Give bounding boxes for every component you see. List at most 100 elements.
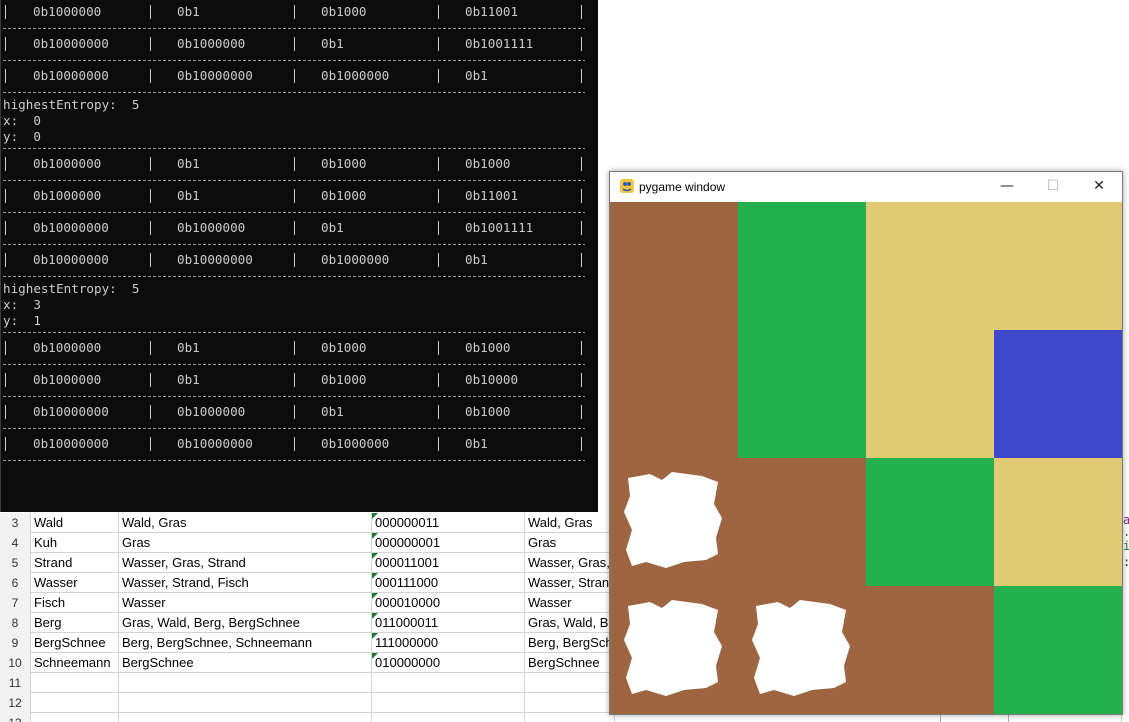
cell-d[interactable]: Wald, Gras xyxy=(525,513,615,533)
console-cell-divider xyxy=(5,5,6,19)
console-cell-divider xyxy=(294,37,295,51)
cell-a[interactable]: Fisch xyxy=(31,593,119,613)
window-title: pygame window xyxy=(639,180,726,194)
console-cell-divider xyxy=(150,157,151,171)
minimize-button[interactable]: — xyxy=(984,172,1030,202)
cell-d[interactable]: Gras, Wald, B xyxy=(525,613,615,633)
console-cell-divider xyxy=(150,221,151,235)
map-tile xyxy=(738,586,866,714)
console-cell: 0b10000 xyxy=(465,372,519,387)
cell-d[interactable] xyxy=(525,713,615,722)
cell-a[interactable]: Kuh xyxy=(31,533,119,553)
console-info-line: x: 0 xyxy=(3,113,41,128)
cell-c[interactable]: 000011001 xyxy=(372,553,525,573)
cell-c[interactable] xyxy=(372,673,525,693)
console-cell: 0b10000000 xyxy=(33,404,109,419)
cell-c[interactable] xyxy=(372,713,525,722)
cell-b[interactable] xyxy=(119,693,372,713)
maximize-icon: ☐ xyxy=(1046,178,1060,194)
console-row-rule xyxy=(3,28,586,29)
row-number: 13 xyxy=(0,713,31,722)
console-window[interactable]: 0b1000000 0b1 0b1000 0b11001 0b10000000 0b100… xyxy=(0,0,598,512)
close-button[interactable]: ✕ xyxy=(1076,172,1122,202)
cell-c[interactable] xyxy=(372,693,525,713)
cell-a[interactable]: Wald xyxy=(31,513,119,533)
console-cell-divider xyxy=(5,189,6,203)
console-cell: 0b1000 xyxy=(321,4,367,19)
console-cell: 0b1000000 xyxy=(33,4,102,19)
cell-c[interactable]: 000000011 xyxy=(372,513,525,533)
cell-b[interactable]: Wald, Gras xyxy=(119,513,372,533)
cell-a[interactable] xyxy=(31,673,119,693)
cell-a[interactable]: BergSchnee xyxy=(31,633,119,653)
console-row-rule xyxy=(3,364,586,365)
pygame-window[interactable]: pygame window — ☐ ✕ xyxy=(609,171,1123,715)
console-cell-divider xyxy=(438,157,439,171)
console-cell: 0b1 xyxy=(321,404,344,419)
console-cell: 0b1001111 xyxy=(465,36,534,51)
console-cell: 0b10000000 xyxy=(33,436,109,451)
editor-glyph: : xyxy=(1123,556,1129,568)
cell-d[interactable]: BergSchnee xyxy=(525,653,615,673)
cell-d[interactable]: Wasser xyxy=(525,593,615,613)
console-cell-divider xyxy=(5,405,6,419)
console-cell-divider xyxy=(581,37,582,51)
cell-a[interactable]: Strand xyxy=(31,553,119,573)
row-number: 10 xyxy=(0,653,31,673)
console-info-line: x: 3 xyxy=(3,297,41,312)
cell-b[interactable]: Wasser xyxy=(119,593,372,613)
cell-c[interactable]: 000010000 xyxy=(372,593,525,613)
cell-d[interactable]: Gras xyxy=(525,533,615,553)
cell-d[interactable] xyxy=(525,673,615,693)
cell-c[interactable]: 011000011 xyxy=(372,613,525,633)
cell-a[interactable]: Wasser xyxy=(31,573,119,593)
console-row-rule xyxy=(3,180,586,181)
console-cell: 0b10000000 xyxy=(33,68,109,83)
console-cell-divider xyxy=(150,405,151,419)
title-bar[interactable]: pygame window — ☐ ✕ xyxy=(610,172,1122,202)
console-scrollbar[interactable] xyxy=(585,0,598,512)
cell-b[interactable]: BergSchnee xyxy=(119,653,372,673)
console-cell: 0b10000000 xyxy=(33,220,109,235)
cell-d[interactable]: Wasser, Stran xyxy=(525,573,615,593)
cell-b[interactable] xyxy=(119,713,372,722)
row-number: 8 xyxy=(0,613,31,633)
cell-a[interactable]: Berg xyxy=(31,613,119,633)
cell-d[interactable]: Wasser, Gras, xyxy=(525,553,615,573)
game-canvas[interactable] xyxy=(610,202,1122,714)
cell-d[interactable]: Berg, BergSch xyxy=(525,633,615,653)
console-cell: 0b1000000 xyxy=(321,68,390,83)
console-cell-divider xyxy=(150,253,151,267)
console-cell-divider xyxy=(294,341,295,355)
map-tile xyxy=(610,586,738,714)
cell-b[interactable]: Wasser, Strand, Fisch xyxy=(119,573,372,593)
console-cell: 0b1000 xyxy=(321,188,367,203)
minimize-icon: — xyxy=(1000,178,1014,194)
console-cell: 0b11001 xyxy=(465,188,519,203)
cell-a[interactable] xyxy=(31,713,119,722)
cell-c[interactable]: 000111000 xyxy=(372,573,525,593)
console-row-rule xyxy=(3,428,586,429)
console-cell: 0b1 xyxy=(465,252,488,267)
console-row-rule xyxy=(3,332,586,333)
map-tile xyxy=(994,586,1122,714)
cell-b[interactable] xyxy=(119,673,372,693)
console-cell-divider xyxy=(294,253,295,267)
cell-c[interactable]: 000000001 xyxy=(372,533,525,553)
cell-c[interactable]: 111000000 xyxy=(372,633,525,653)
maximize-button[interactable]: ☐ xyxy=(1030,172,1076,202)
cell-b[interactable]: Gras xyxy=(119,533,372,553)
cell-d[interactable] xyxy=(525,693,615,713)
console-cell-divider xyxy=(294,405,295,419)
cell-c[interactable]: 010000000 xyxy=(372,653,525,673)
console-cell-divider xyxy=(438,189,439,203)
cell-a[interactable]: Schneemann xyxy=(31,653,119,673)
cell-b[interactable]: Berg, BergSchnee, Schneemann xyxy=(119,633,372,653)
cell-b[interactable]: Wasser, Gras, Strand xyxy=(119,553,372,573)
map-tile xyxy=(994,202,1122,330)
cell-b[interactable]: Gras, Wald, Berg, BergSchnee xyxy=(119,613,372,633)
console-cell: 0b10000000 xyxy=(177,68,253,83)
console-cell: 0b1 xyxy=(321,36,344,51)
cell-a[interactable] xyxy=(31,693,119,713)
map-tile xyxy=(610,458,738,586)
